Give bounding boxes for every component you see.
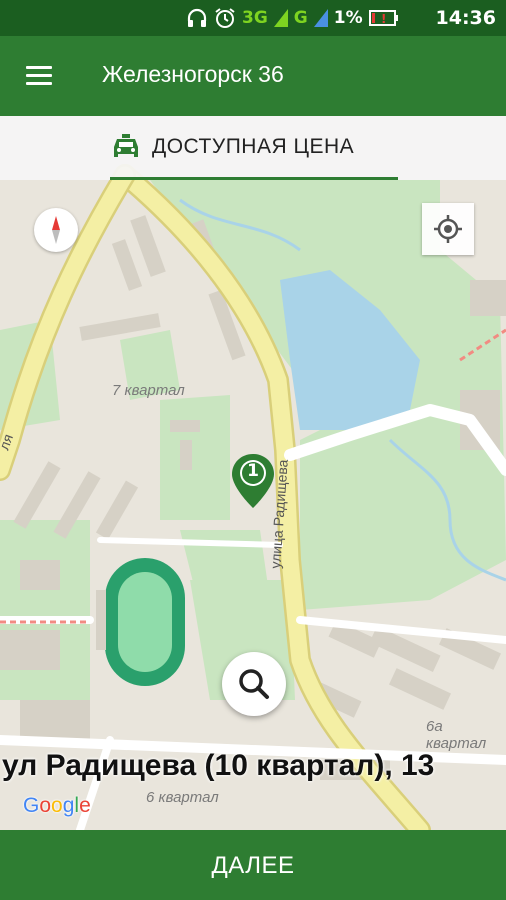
search-button[interactable]	[222, 652, 286, 716]
alarm-icon	[215, 8, 235, 28]
battery-percent: 1%	[333, 8, 363, 28]
clock-time: 14:36	[435, 7, 496, 29]
signal-type-label: G	[293, 8, 308, 28]
signal-icon-2	[313, 9, 328, 27]
map-label-kvartal-6a: 6а квартал	[426, 718, 487, 752]
battery-icon: !	[368, 10, 398, 26]
tab-selected-indicator	[110, 177, 398, 180]
tab-affordable-price[interactable]: ДОСТУПНАЯ ЦЕНА	[110, 116, 398, 180]
search-icon	[239, 669, 269, 699]
next-button[interactable]: ДАЛЕЕ	[0, 830, 506, 900]
menu-icon[interactable]	[26, 66, 52, 86]
my-location-button[interactable]	[422, 203, 474, 255]
compass-icon	[52, 216, 60, 244]
taxi-icon	[114, 134, 138, 157]
map-label-kvartal-7: 7 квартал	[112, 382, 185, 399]
app-title: Железногорск 36	[102, 61, 284, 87]
google-letter-o1: o	[39, 794, 52, 817]
next-button-label: ДАЛЕЕ	[211, 852, 295, 879]
tab-bar: ДОСТУПНАЯ ЦЕНА	[0, 116, 506, 180]
selected-address: ул Радищева (10 квартал), 13	[2, 749, 435, 782]
status-bar: 3G G 1% ! 14:36	[0, 0, 506, 36]
google-attribution: Google	[23, 794, 91, 818]
headphones-icon	[187, 8, 207, 27]
compass-button[interactable]	[34, 208, 78, 252]
map-label-kvartal-6: 6 квартал	[146, 789, 219, 806]
status-icons: 3G G 1% !	[186, 7, 399, 29]
google-letter-g: G	[23, 794, 40, 817]
app-bar: Железногорск 36	[0, 36, 506, 116]
crosshair-icon	[434, 215, 462, 243]
svg-text:!: !	[381, 12, 386, 26]
google-letter-g2: g	[62, 794, 75, 817]
tab-label: ДОСТУПНАЯ ЦЕНА	[152, 135, 355, 158]
network-type-label: 3G	[242, 8, 268, 28]
google-letter-e: e	[79, 794, 91, 817]
google-letter-o2: o	[51, 794, 63, 817]
location-pin[interactable]: 1	[230, 452, 276, 510]
signal-icon	[273, 9, 288, 27]
pin-number: 1	[247, 461, 259, 481]
